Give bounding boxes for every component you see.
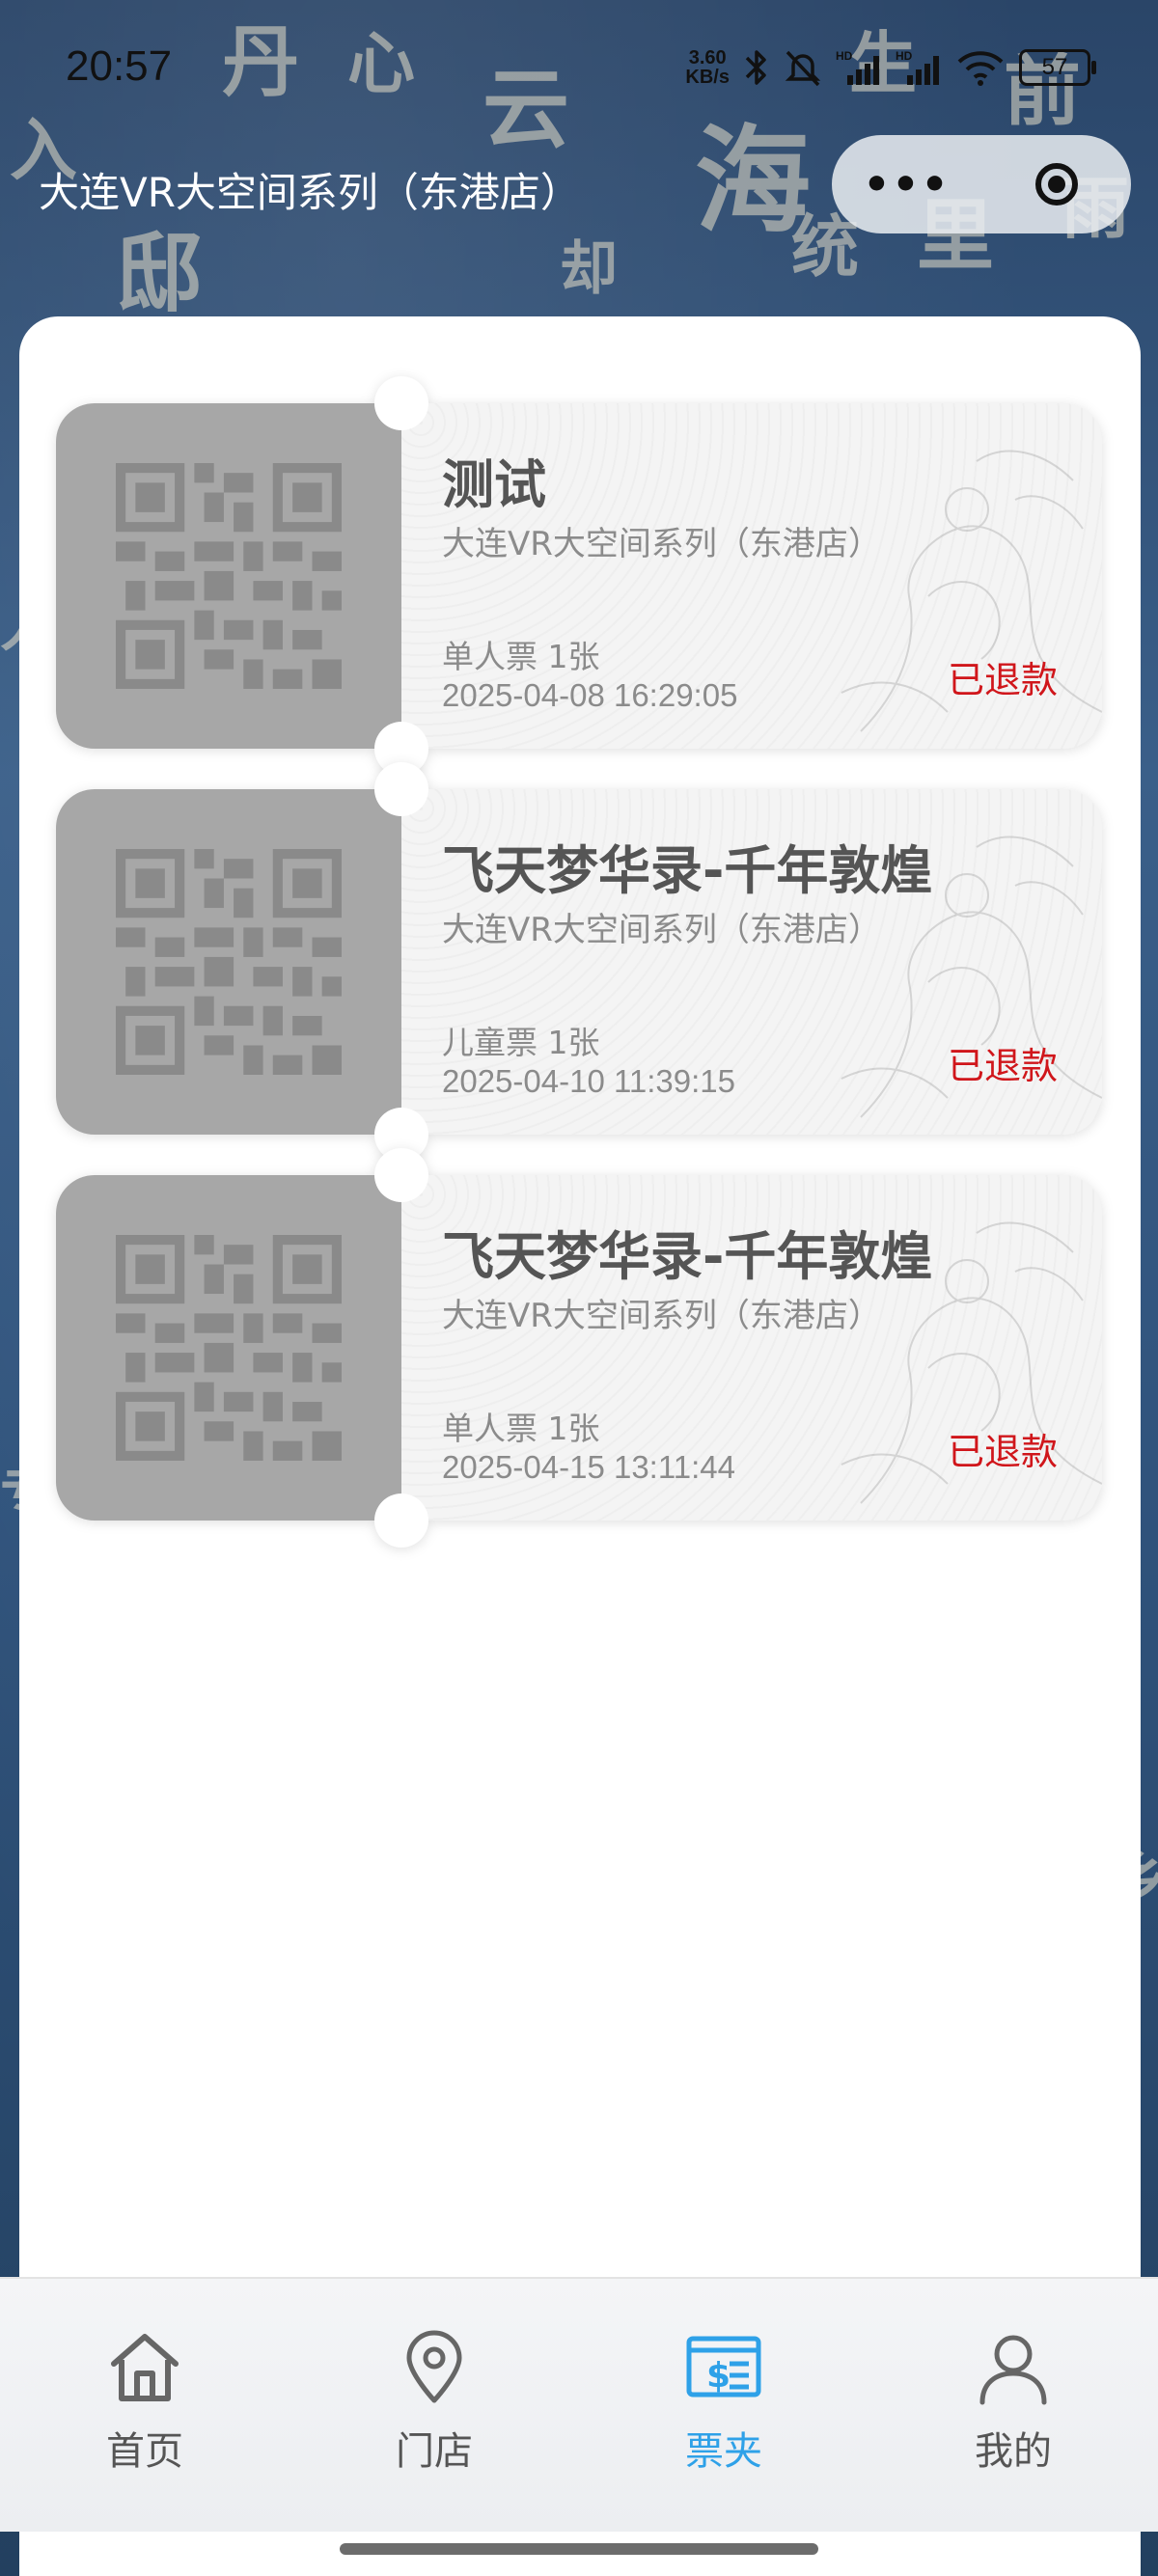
signal-hd-icon: HD [896,49,939,85]
target-icon [1034,163,1078,206]
tab-profile[interactable]: 我的 [868,2279,1158,2532]
bluetooth-icon [745,50,766,85]
wifi-icon [957,51,1004,86]
ticket-card[interactable]: 飞天梦华录-千年敦煌 大连VR大空间系列（东港店） 单人票 1张 2025-04… [56,1148,1102,1548]
page-title: 大连VR大空间系列（东港店） [39,169,581,216]
ticket-store: 大连VR大空间系列（东港店） [442,911,881,949]
ticket-store: 大连VR大空间系列（东港店） [442,1297,881,1335]
more-button[interactable]: ••• [832,135,981,233]
signal-hd-icon: HD [836,49,879,85]
ticket-name: 测试 [442,454,546,515]
more-dots-icon: ••• [863,159,951,209]
ticket-name: 飞天梦华录-千年敦煌 [442,1226,933,1287]
tab-ticket-wallet[interactable]: $ 票夹 [579,2279,868,2532]
svg-text:HD: HD [836,49,853,63]
tab-home[interactable]: 首页 [0,2279,290,2532]
ticket-stub [56,789,401,1135]
status-time: 20:57 [66,42,173,90]
ticket-type: 单人票 1张 [442,638,600,675]
qr-code-icon [116,849,342,1075]
ticket-type: 儿童票 1张 [442,1024,600,1061]
status-bar: 20:57 3.60 KB/s HD HD 57 [0,0,1158,135]
ticket-body: 测试 大连VR大空间系列（东港店） 单人票 1张 2025-04-08 16:2… [401,403,1102,749]
user-icon [979,2335,1047,2405]
bottom-tab-bar: 首页 门店 $ 票夹 我的 [0,2277,1158,2532]
ticket-time: 2025-04-08 16:29:05 [442,677,738,713]
home-indicator[interactable] [340,2543,818,2555]
ticket-stub [56,1175,401,1521]
ticket-time: 2025-04-10 11:39:15 [442,1063,735,1099]
battery-icon: 57 [1019,49,1096,86]
mini-program-capsule: ••• [832,135,1131,233]
qr-code-icon [116,463,342,689]
svg-text:HD: HD [896,49,913,63]
ticket-body: 飞天梦华录-千年敦煌 大连VR大空间系列（东港店） 儿童票 1张 2025-04… [401,789,1102,1135]
network-speed: 3.60 KB/s [685,47,730,88]
tab-store[interactable]: 门店 [290,2279,579,2532]
ticket-name: 飞天梦华录-千年敦煌 [442,840,933,901]
tab-label: 票夹 [685,2429,762,2474]
close-mini-program-button[interactable] [981,135,1131,233]
ticket-time: 2025-04-15 13:11:44 [442,1449,735,1485]
svg-text:$: $ [706,2356,731,2396]
ticket-type: 单人票 1张 [442,1410,600,1447]
home-icon [111,2334,179,2401]
tab-label: 首页 [106,2429,183,2474]
location-pin-icon [406,2330,462,2403]
refund-status-badge: 已退款 [947,1431,1058,1473]
qr-code-icon [116,1235,342,1461]
refund-status-badge: 已退款 [947,1045,1058,1087]
ticket-store: 大连VR大空间系列（东港店） [442,525,881,563]
ticket-icon: $ [686,2336,761,2398]
title-bar: 大连VR大空间系列（东港店） ••• [0,135,1158,241]
mute-bell-icon [785,50,821,87]
ticket-card[interactable]: 测试 大连VR大空间系列（东港店） 单人票 1张 2025-04-08 16:2… [56,376,1102,776]
tab-label: 我的 [975,2429,1052,2474]
ticket-card[interactable]: 飞天梦华录-千年敦煌 大连VR大空间系列（东港店） 儿童票 1张 2025-04… [56,762,1102,1162]
ticket-stub [56,403,401,749]
ticket-body: 飞天梦华录-千年敦煌 大连VR大空间系列（东港店） 单人票 1张 2025-04… [401,1175,1102,1521]
status-icons: 3.60 KB/s HD HD 57 [685,47,1096,88]
refund-status-badge: 已退款 [947,659,1058,701]
tab-label: 门店 [396,2429,473,2474]
